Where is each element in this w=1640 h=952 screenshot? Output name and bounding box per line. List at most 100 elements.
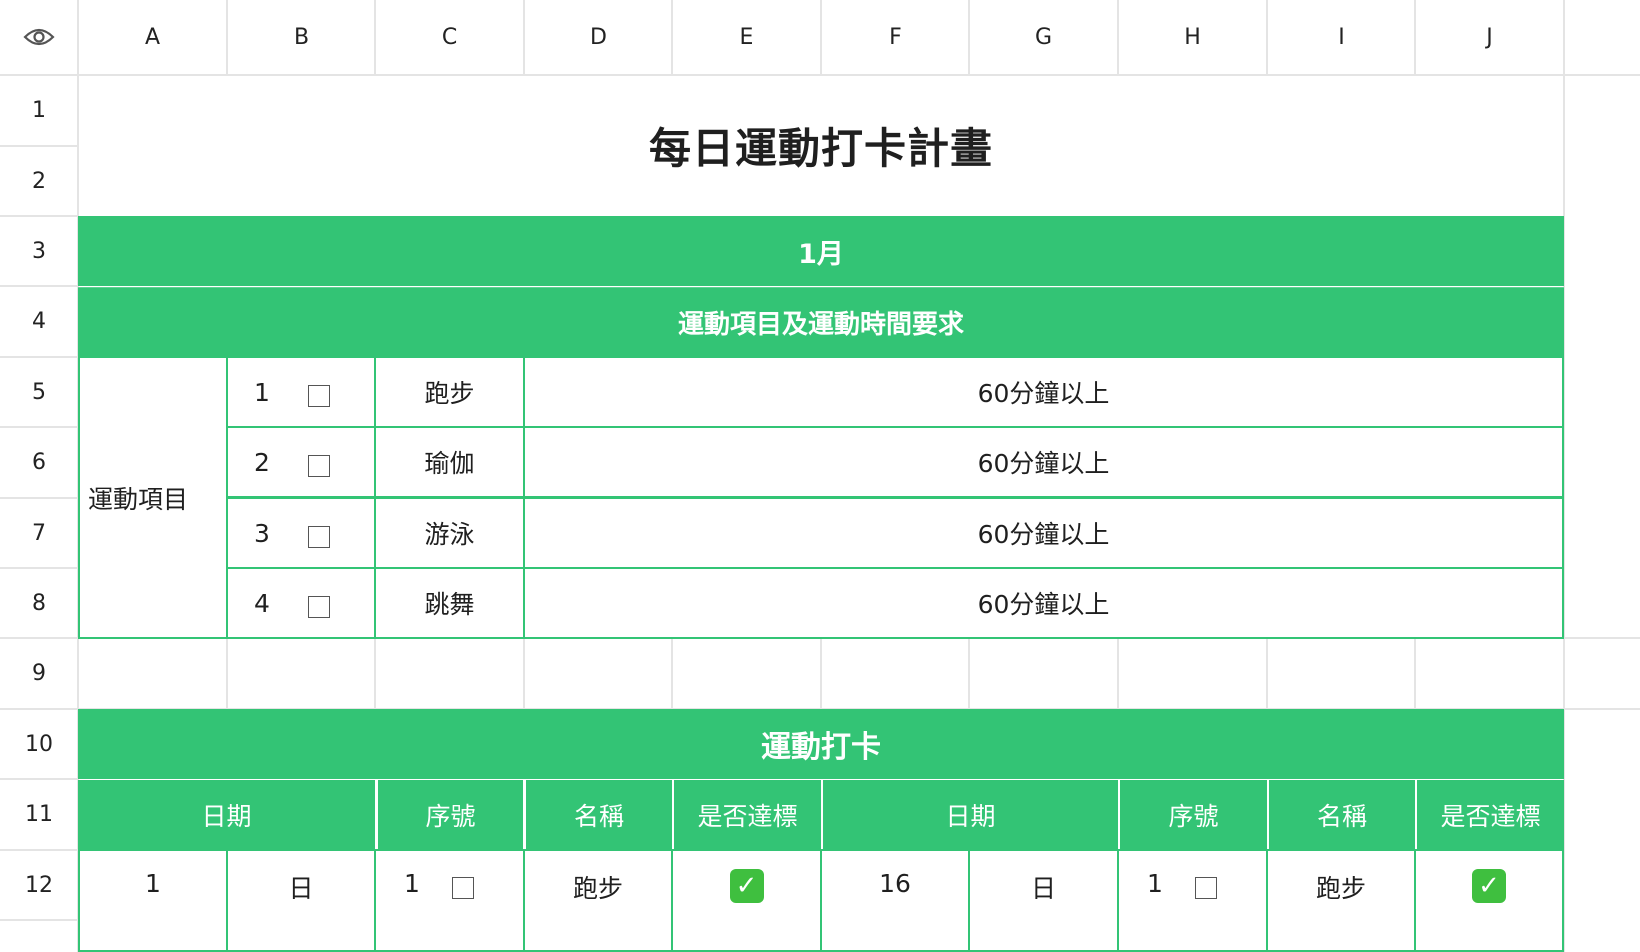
- checkin-header-label: 運動打卡: [761, 730, 881, 765]
- day-cell[interactable]: 16: [820, 849, 970, 952]
- row-header-2[interactable]: 2: [0, 146, 78, 216]
- row-header-3[interactable]: 3: [0, 216, 78, 286]
- grid-line: [523, 638, 525, 709]
- checkin-header[interactable]: 運動打卡: [78, 709, 1564, 779]
- item-name-cell[interactable]: 跑步: [374, 356, 525, 428]
- check-mark-icon: ✓: [1472, 869, 1506, 903]
- checkbox-icon[interactable]: [307, 526, 330, 548]
- column-header-e[interactable]: E: [672, 0, 821, 74]
- ok-cell[interactable]: ✓: [1414, 849, 1564, 952]
- name-value: 跑步: [572, 874, 623, 903]
- item-number-cell[interactable]: 1: [226, 356, 376, 428]
- header-date-right[interactable]: 日期: [821, 780, 1118, 850]
- item-time: 60分鐘以上: [977, 520, 1110, 549]
- column-header-d[interactable]: D: [524, 0, 673, 74]
- requirement-header-label: 運動項目及運動時間要求: [677, 310, 964, 340]
- ok-cell[interactable]: ✓: [671, 849, 822, 952]
- row-header-8[interactable]: 8: [0, 568, 78, 638]
- row-header-4[interactable]: 4: [0, 286, 78, 357]
- header-seq-right[interactable]: 序號: [1118, 780, 1267, 850]
- name-cell[interactable]: 跑步: [523, 849, 673, 952]
- sheet-title-cell[interactable]: 每日運動打卡計畫: [79, 76, 1563, 215]
- grid-line: [226, 0, 228, 74]
- grid-line: [0, 778, 78, 780]
- requirement-header[interactable]: 運動項目及運動時間要求: [78, 287, 1564, 357]
- grid-line: [1117, 638, 1119, 709]
- grid-line: [226, 638, 228, 709]
- grid-line: [374, 638, 376, 709]
- checkbox-icon[interactable]: [307, 385, 330, 407]
- grid-line: [0, 215, 78, 217]
- grid-line: [0, 285, 78, 287]
- grid-line: [820, 0, 822, 74]
- weekday-cell[interactable]: 日: [226, 849, 376, 952]
- header-date-label: 日期: [945, 802, 996, 831]
- item-number-cell[interactable]: 4: [226, 567, 376, 639]
- column-header-j[interactable]: J: [1415, 0, 1564, 74]
- row-header-10[interactable]: 10: [0, 709, 78, 779]
- column-header-b[interactable]: B: [227, 0, 376, 74]
- header-name-label: 名稱: [573, 802, 624, 831]
- item-number-cell[interactable]: 3: [226, 497, 376, 569]
- column-header-f[interactable]: F: [821, 0, 970, 74]
- day-value: 1: [145, 869, 161, 898]
- item-time-cell[interactable]: 60分鐘以上: [523, 356, 1564, 428]
- item-number: 3: [254, 518, 270, 548]
- day-cell[interactable]: 1: [78, 849, 228, 952]
- item-time: 60分鐘以上: [977, 449, 1110, 478]
- header-ok-right[interactable]: 是否達標: [1415, 780, 1564, 850]
- item-time-cell[interactable]: 60分鐘以上: [523, 426, 1564, 498]
- row-header-5[interactable]: 5: [0, 357, 78, 427]
- row-header-1[interactable]: 1: [0, 75, 78, 146]
- row-header-7[interactable]: 7: [0, 498, 78, 568]
- grid-line: [0, 919, 78, 921]
- column-header-c[interactable]: C: [375, 0, 524, 74]
- weekday-cell[interactable]: 日: [968, 849, 1119, 952]
- item-number-cell[interactable]: 2: [226, 426, 376, 498]
- column-header-g[interactable]: G: [969, 0, 1118, 74]
- row-header-6[interactable]: 6: [0, 427, 78, 498]
- checkbox-icon[interactable]: [451, 877, 474, 899]
- grid-line: [671, 0, 673, 74]
- row-header-9[interactable]: 9: [0, 638, 78, 709]
- month-banner[interactable]: 1月: [78, 216, 1564, 286]
- header-date-left[interactable]: 日期: [78, 780, 375, 850]
- item-name: 游泳: [424, 520, 475, 549]
- seq-cell[interactable]: 1: [374, 849, 525, 952]
- header-name-left[interactable]: 名稱: [524, 780, 672, 850]
- weekday-value: 日: [1030, 874, 1056, 903]
- item-name-cell[interactable]: 游泳: [374, 497, 525, 569]
- checkbox-icon[interactable]: [1194, 877, 1217, 899]
- grid-line: [0, 356, 78, 358]
- item-time-cell[interactable]: 60分鐘以上: [523, 497, 1564, 569]
- eye-visibility-toggle[interactable]: [0, 0, 78, 74]
- column-header-i[interactable]: I: [1267, 0, 1416, 74]
- grid-line: [0, 145, 78, 147]
- items-label-cell[interactable]: 運動項目: [78, 356, 228, 639]
- grid-line: [1414, 638, 1416, 709]
- grid-line: [820, 638, 822, 709]
- item-name: 瑜伽: [424, 449, 475, 478]
- items-label: 運動項目: [88, 484, 189, 514]
- page-title: 每日運動打卡計畫: [648, 124, 993, 173]
- column-header-h[interactable]: H: [1118, 0, 1267, 74]
- name-cell[interactable]: 跑步: [1266, 849, 1416, 952]
- grid-line: [1266, 638, 1268, 709]
- row-header-11[interactable]: 11: [0, 779, 78, 850]
- header-seq-left[interactable]: 序號: [376, 780, 523, 850]
- grid-line: [0, 849, 78, 851]
- checkbox-icon[interactable]: [307, 596, 330, 618]
- header-name-right[interactable]: 名稱: [1267, 780, 1415, 850]
- header-seq-label: 序號: [425, 802, 476, 831]
- seq-cell[interactable]: 1: [1117, 849, 1268, 952]
- item-name-cell[interactable]: 跳舞: [374, 567, 525, 639]
- row-header-12[interactable]: 12: [0, 850, 78, 920]
- grid-line: [1414, 0, 1416, 74]
- item-time-cell[interactable]: 60分鐘以上: [523, 567, 1564, 639]
- item-name-cell[interactable]: 瑜伽: [374, 426, 525, 498]
- column-header-a[interactable]: A: [78, 0, 227, 74]
- name-value: 跑步: [1315, 874, 1366, 903]
- checkbox-icon[interactable]: [307, 455, 330, 477]
- grid-line: [0, 426, 78, 428]
- header-ok-left[interactable]: 是否達標: [672, 780, 821, 850]
